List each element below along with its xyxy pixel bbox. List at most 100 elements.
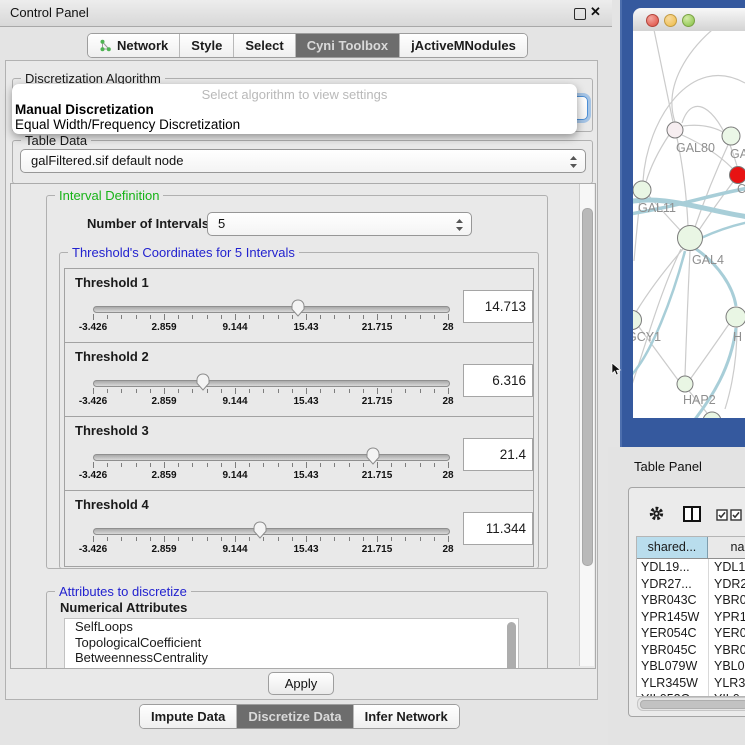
float-window-icon[interactable] xyxy=(574,8,586,20)
network-edge[interactable] xyxy=(653,31,673,122)
tick-mark xyxy=(150,389,151,393)
tick-mark xyxy=(320,537,321,541)
table-row[interactable]: YDR27...YDR2 xyxy=(637,576,745,593)
table-scrollbar-thumb[interactable] xyxy=(640,700,745,709)
tick-mark xyxy=(320,389,321,393)
network-edge[interactable] xyxy=(701,222,745,238)
network-canvas[interactable]: GAL80GACGAL11GAL4GCY1HHAP2 xyxy=(633,31,745,418)
tick-mark xyxy=(377,536,378,542)
slider-thumb[interactable] xyxy=(366,447,380,465)
tick-label: -3.426 xyxy=(63,544,123,555)
gear-icon[interactable] xyxy=(648,505,665,525)
tab-network[interactable]: Network xyxy=(88,34,180,57)
tick-mark xyxy=(334,537,335,541)
zoom-traffic-light[interactable] xyxy=(682,14,695,27)
network-edge[interactable] xyxy=(683,125,723,132)
network-node-gal80[interactable] xyxy=(667,122,683,138)
tick-mark xyxy=(235,462,236,468)
table-row[interactable]: YPR145WYPR1 xyxy=(637,609,745,626)
table-row[interactable]: YLR345WYLR3 xyxy=(637,675,745,692)
checkbox-checked-icon[interactable] xyxy=(716,509,728,524)
tab-jactivemnodules[interactable]: jActiveMNodules xyxy=(400,34,527,57)
attribute-item-betweennesscentrality[interactable]: BetweennessCentrality xyxy=(65,650,518,666)
node-attribute-table: shared...na YDL19...YDL1YDR27...YDR2YBR0… xyxy=(636,536,745,697)
tab-infer-network[interactable]: Infer Network xyxy=(354,705,459,728)
table-row[interactable]: YER054CYER0 xyxy=(637,625,745,642)
column-header-shared-[interactable]: shared... xyxy=(637,537,708,558)
tick-mark xyxy=(420,537,421,541)
slider-thumb[interactable] xyxy=(253,521,267,539)
cell-shared-name: YPR145W xyxy=(637,609,709,626)
threshold-value-field[interactable]: 21.4 xyxy=(463,438,533,471)
popup-option-manual-discretization[interactable]: Manual Discretization xyxy=(15,102,154,117)
tick-mark xyxy=(391,537,392,541)
table-data-combo[interactable]: galFiltered.sif default node xyxy=(20,149,586,173)
network-node-gal11[interactable] xyxy=(633,181,651,199)
minimize-traffic-light[interactable] xyxy=(664,14,677,27)
popup-option-equal-width-frequency[interactable]: Equal Width/Frequency Discretization xyxy=(15,117,240,132)
threshold-value-field[interactable]: 14.713 xyxy=(463,290,533,323)
tick-label: 2.859 xyxy=(134,396,194,407)
tab-cyni-toolbox[interactable]: Cyni Toolbox xyxy=(296,34,400,57)
close-traffic-light[interactable] xyxy=(646,14,659,27)
tab-label: Cyni Toolbox xyxy=(307,38,388,53)
slider-track[interactable] xyxy=(93,528,450,535)
table-row[interactable]: YBR045CYBR0 xyxy=(637,642,745,659)
tick-mark xyxy=(192,463,193,467)
settings-scrollbar-thumb[interactable] xyxy=(582,208,593,566)
attribute-item-selfloops[interactable]: SelfLoops xyxy=(65,619,518,635)
tick-mark xyxy=(164,314,165,320)
threshold-value-field[interactable]: 6.316 xyxy=(463,364,533,397)
slider-track[interactable] xyxy=(93,380,450,387)
node-label-gal11: GAL11 xyxy=(638,201,676,215)
close-icon[interactable]: ✕ xyxy=(590,4,601,20)
table-horizontal-scrollbar[interactable] xyxy=(637,697,745,711)
tick-mark xyxy=(178,463,179,467)
threshold-value-field[interactable]: 11.344 xyxy=(463,512,533,545)
table-row[interactable]: YDL19...YDL1 xyxy=(637,559,745,576)
column-header-na[interactable]: na xyxy=(708,537,745,558)
slider-thumb[interactable] xyxy=(291,299,305,317)
split-columns-icon[interactable] xyxy=(683,506,701,525)
apply-button[interactable]: Apply xyxy=(268,672,334,695)
network-node-node-h[interactable] xyxy=(726,307,745,327)
tab-impute-data[interactable]: Impute Data xyxy=(140,705,237,728)
tab-style[interactable]: Style xyxy=(180,34,234,57)
number-of-intervals-combo[interactable]: 5 xyxy=(207,212,472,236)
tick-mark xyxy=(164,536,165,542)
tick-label: 28 xyxy=(418,470,478,481)
network-node-node-red[interactable] xyxy=(730,167,745,184)
slider-track[interactable] xyxy=(93,306,450,313)
network-edge[interactable] xyxy=(646,135,669,182)
tab-discretize-data[interactable]: Discretize Data xyxy=(237,705,353,728)
number-of-intervals-value: 5 xyxy=(218,216,225,231)
table-row[interactable]: YBL079WYBL0 xyxy=(637,658,745,675)
cell-shared-name: YDL19... xyxy=(637,559,709,576)
tick-mark xyxy=(377,388,378,394)
network-node-node-top-right[interactable] xyxy=(722,127,740,145)
tick-mark xyxy=(405,315,406,319)
tick-mark xyxy=(363,315,364,319)
table-data-value: galFiltered.sif default node xyxy=(31,153,183,168)
checkbox-checked-icon[interactable] xyxy=(730,509,742,524)
list-scrollbar-thumb[interactable] xyxy=(507,622,516,669)
slider-thumb[interactable] xyxy=(196,373,210,391)
tick-mark xyxy=(292,537,293,541)
tick-mark xyxy=(420,315,421,319)
network-node-gal4[interactable] xyxy=(678,226,703,251)
network-node-node-bottom[interactable] xyxy=(703,412,721,418)
network-edge[interactable] xyxy=(685,251,690,376)
numerical-attributes-list[interactable]: SelfLoopsTopologicalCoefficientBetweenne… xyxy=(64,618,519,669)
cell-name: YDL1 xyxy=(709,559,745,576)
tab-select[interactable]: Select xyxy=(234,34,295,57)
cell-shared-name: YER054C xyxy=(637,625,709,642)
attribute-item-topologicalcoefficient[interactable]: TopologicalCoefficient xyxy=(65,635,518,651)
control-panel-titlebar: Control Panel ✕ xyxy=(0,0,612,27)
network-node-gcy1[interactable] xyxy=(633,311,642,330)
table-row[interactable]: YBR043CYBR0 xyxy=(637,592,745,609)
slider-track[interactable] xyxy=(93,454,450,461)
tick-mark xyxy=(93,314,94,320)
network-node-hap2[interactable] xyxy=(677,376,693,392)
tick-mark xyxy=(107,537,108,541)
settings-scrollbar[interactable] xyxy=(579,184,594,666)
